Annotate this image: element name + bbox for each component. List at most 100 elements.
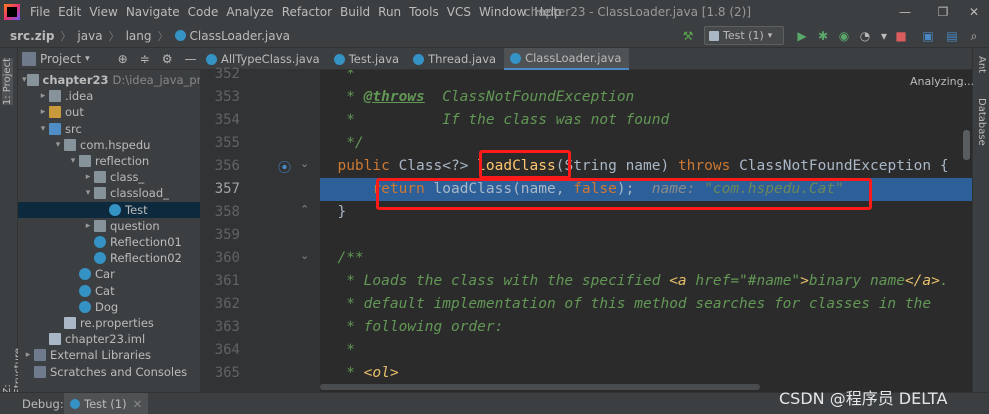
tree-item-label: reflection: [95, 154, 150, 168]
tree-item[interactable]: Reflection01: [18, 234, 200, 250]
chevron-right-icon[interactable]: ▸: [22, 350, 34, 360]
chevron-right-icon: 〉: [157, 29, 169, 43]
menu-view[interactable]: View: [85, 0, 121, 24]
fold-icon[interactable]: ⌄: [300, 249, 309, 262]
tree-item[interactable]: ▸ class_: [18, 169, 200, 185]
debug-session-tab[interactable]: Test (1) ✕: [64, 392, 149, 414]
run-icon[interactable]: ▶: [794, 28, 810, 44]
project-panel-header: Project ▾ ⊕ ≑ ⚙ —: [18, 48, 200, 70]
collapse-icon[interactable]: ≑: [140, 52, 150, 66]
chevron-down-icon[interactable]: ▾: [52, 140, 64, 150]
line-number: 355: [214, 135, 240, 151]
tree-item[interactable]: Car: [18, 266, 200, 282]
library-icon: [34, 349, 46, 362]
folder-icon: [26, 74, 39, 86]
chevron-right-icon[interactable]: ▸: [37, 107, 49, 117]
menu-analyze[interactable]: Analyze: [222, 0, 277, 24]
project-tool-tab[interactable]: 1: Project: [2, 58, 13, 106]
tree-item[interactable]: ▾ src: [18, 121, 200, 137]
tree-item[interactable]: Reflection02: [18, 250, 200, 266]
code-line-361: * Loads the class with the specified <a …: [320, 273, 949, 289]
ant-tool-tab[interactable]: Ant: [976, 56, 987, 73]
line-number: 362: [214, 296, 240, 312]
hammer-build-icon[interactable]: ⚒: [680, 28, 696, 44]
chevron-right-icon[interactable]: ▸: [82, 221, 94, 231]
menu-code[interactable]: Code: [184, 0, 223, 24]
breadcrumb-classloader[interactable]: ClassLoader.java: [190, 29, 291, 43]
restore-icon[interactable]: ❐: [928, 0, 958, 24]
vertical-scrollbar[interactable]: [963, 130, 970, 160]
tab-test[interactable]: Test.java: [328, 48, 407, 70]
hide-icon[interactable]: —: [184, 52, 196, 66]
search-icon[interactable]: ⌕: [966, 28, 982, 44]
project-view-icon: [22, 51, 36, 66]
close-icon[interactable]: ✕: [959, 0, 989, 24]
database-tool-tab[interactable]: Database: [976, 98, 987, 146]
gear-icon[interactable]: ⚙: [162, 52, 173, 66]
fold-icon[interactable]: ⌃: [300, 203, 309, 216]
project-panel-title[interactable]: Project: [40, 52, 81, 66]
menu-vcs[interactable]: VCS: [443, 0, 475, 24]
menu-window[interactable]: Window: [475, 0, 530, 24]
package-icon: [64, 138, 76, 151]
tree-item[interactable]: Scratches and Consoles: [18, 364, 200, 380]
chevron-down-icon[interactable]: ▾: [67, 156, 79, 166]
override-marker-icon[interactable]: ⦿: [278, 157, 291, 176]
breadcrumb-src-zip[interactable]: src.zip: [10, 29, 54, 43]
tree-item[interactable]: ▸ question: [18, 218, 200, 234]
tree-item[interactable]: ▾ chapter23D:\idea_java_proje: [18, 72, 200, 88]
run-configuration-select[interactable]: Test (1) ▾: [704, 26, 784, 45]
chevron-right-icon[interactable]: ▸: [37, 91, 49, 101]
tree-item[interactable]: Dog: [18, 299, 200, 315]
tree-item[interactable]: ▸ External Libraries: [18, 347, 200, 363]
tree-item[interactable]: Cat: [18, 283, 200, 299]
code-editor[interactable]: * * @throws ClassNotFoundException * If …: [320, 70, 972, 392]
chevron-right-icon: 〉: [108, 29, 120, 43]
layout-icon[interactable]: ▤: [944, 28, 960, 44]
profile-icon[interactable]: ◔: [857, 28, 873, 44]
tab-thread[interactable]: Thread.java: [407, 48, 504, 70]
menu-navigate[interactable]: Navigate: [122, 0, 184, 24]
chevron-down-icon[interactable]: ▾: [82, 188, 94, 198]
fold-icon[interactable]: ⌄: [300, 157, 309, 170]
tree-item[interactable]: chapter23.iml: [18, 331, 200, 347]
chevron-down-icon[interactable]: ▾: [22, 75, 27, 85]
tree-item[interactable]: ▾ classload_: [18, 185, 200, 201]
breadcrumb-lang[interactable]: lang: [126, 29, 152, 43]
tab-classloader[interactable]: ClassLoader.java: [504, 48, 630, 70]
package-icon: [94, 219, 106, 232]
code-line-352: *: [320, 70, 355, 82]
tree-item-label: chapter23.iml: [65, 332, 146, 347]
breadcrumb-java[interactable]: java: [77, 29, 102, 43]
tree-item[interactable]: ▸ .idea: [18, 88, 200, 104]
menu-build[interactable]: Build: [336, 0, 374, 24]
chevron-right-icon[interactable]: ▸: [82, 172, 94, 182]
source-folder-icon: [49, 122, 61, 135]
line-number: 356: [214, 158, 240, 174]
tree-item[interactable]: re.properties: [18, 315, 200, 331]
line-number: 358: [214, 204, 240, 220]
menu-run[interactable]: Run: [374, 0, 405, 24]
run-more-icon[interactable]: ▾: [876, 28, 892, 44]
file-icon: [49, 333, 61, 346]
menu-refactor[interactable]: Refactor: [278, 0, 336, 24]
tree-item[interactable]: ▸ out: [18, 104, 200, 120]
locate-icon[interactable]: ⊕: [118, 52, 128, 66]
tree-item-label: Cat: [95, 283, 115, 298]
close-icon[interactable]: ✕: [133, 397, 143, 411]
chevron-down-icon[interactable]: ▾: [37, 124, 49, 134]
debug-icon[interactable]: ✱: [815, 28, 831, 44]
minimize-icon[interactable]: —: [890, 0, 920, 24]
tree-item[interactable]: Test: [18, 201, 200, 218]
stop-icon[interactable]: ■: [893, 28, 909, 44]
run-config-icon: [70, 398, 80, 409]
project-structure-icon[interactable]: ▣: [920, 28, 936, 44]
menu-edit[interactable]: Edit: [54, 0, 85, 24]
tree-item[interactable]: ▾ com.hspedu: [18, 137, 200, 153]
chevron-down-icon[interactable]: ▾: [85, 54, 90, 64]
horizontal-scrollbar[interactable]: [320, 384, 760, 390]
coverage-icon[interactable]: ◉: [836, 28, 852, 44]
tree-item[interactable]: ▾ reflection: [18, 153, 200, 169]
menu-file[interactable]: File: [26, 0, 54, 24]
menu-tools[interactable]: Tools: [405, 0, 443, 24]
